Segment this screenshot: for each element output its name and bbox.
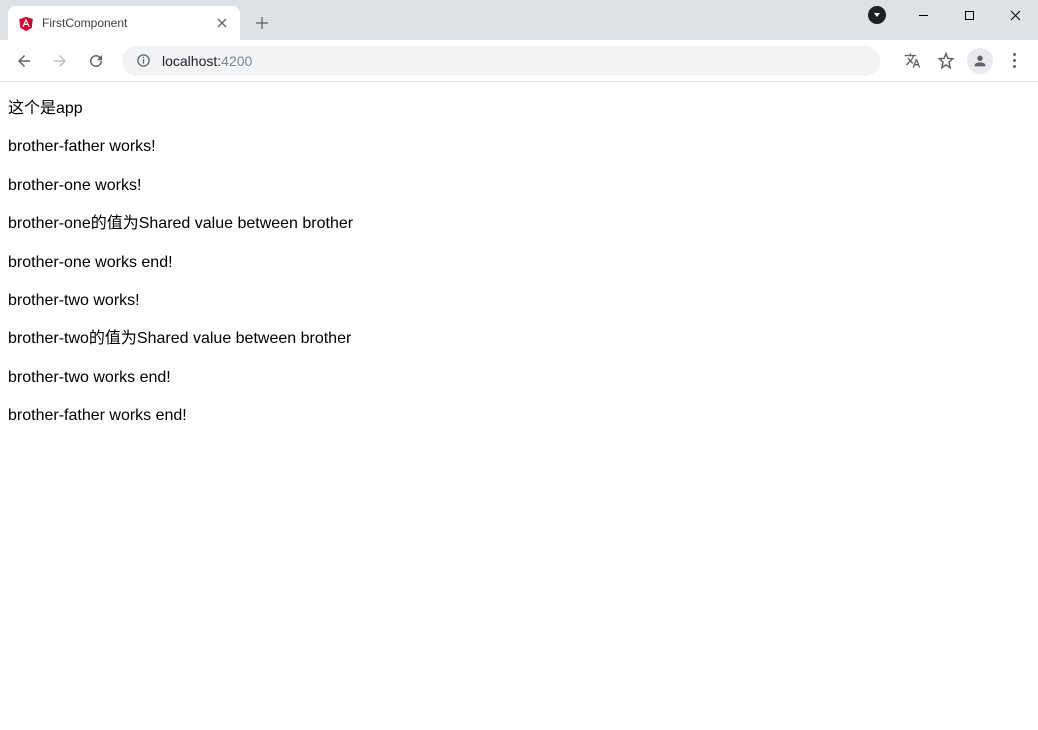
browser-chrome: FirstComponent [0,0,1038,82]
new-tab-button[interactable] [248,9,276,37]
translate-icon[interactable] [896,45,928,77]
profile-avatar[interactable] [964,45,996,77]
bookmark-icon[interactable] [930,45,962,77]
url-port: 4200 [221,53,252,69]
toolbar-right-icons [896,45,1030,77]
content-line: brother-father works end! [8,405,1030,427]
back-button[interactable] [8,45,40,77]
site-info-icon[interactable] [134,52,152,70]
window-controls [854,0,1038,34]
content-line: brother-two works end! [8,367,1030,389]
browser-toolbar: localhost:4200 [0,40,1038,82]
content-line: brother-one的值为Shared value between broth… [8,213,1030,235]
browser-tab[interactable]: FirstComponent [8,6,240,40]
content-line: brother-one works end! [8,252,1030,274]
angular-favicon [18,15,34,31]
content-line: brother-father works! [8,136,1030,158]
url-host: localhost: [162,53,221,69]
close-window-button[interactable] [992,0,1038,30]
forward-button[interactable] [44,45,76,77]
address-bar[interactable]: localhost:4200 [122,46,880,76]
maximize-button[interactable] [946,0,992,30]
content-line: brother-two的值为Shared value between broth… [8,328,1030,350]
reload-button[interactable] [80,45,112,77]
content-line: brother-two works! [8,290,1030,312]
content-line: brother-one works! [8,175,1030,197]
menu-icon[interactable] [998,45,1030,77]
page-content: 这个是app brother-father works! brother-one… [0,82,1038,452]
close-tab-icon[interactable] [214,15,230,31]
content-line: 这个是app [8,98,1030,120]
minimize-button[interactable] [900,0,946,30]
extension-indicator[interactable] [854,0,900,30]
tab-title: FirstComponent [42,16,214,30]
